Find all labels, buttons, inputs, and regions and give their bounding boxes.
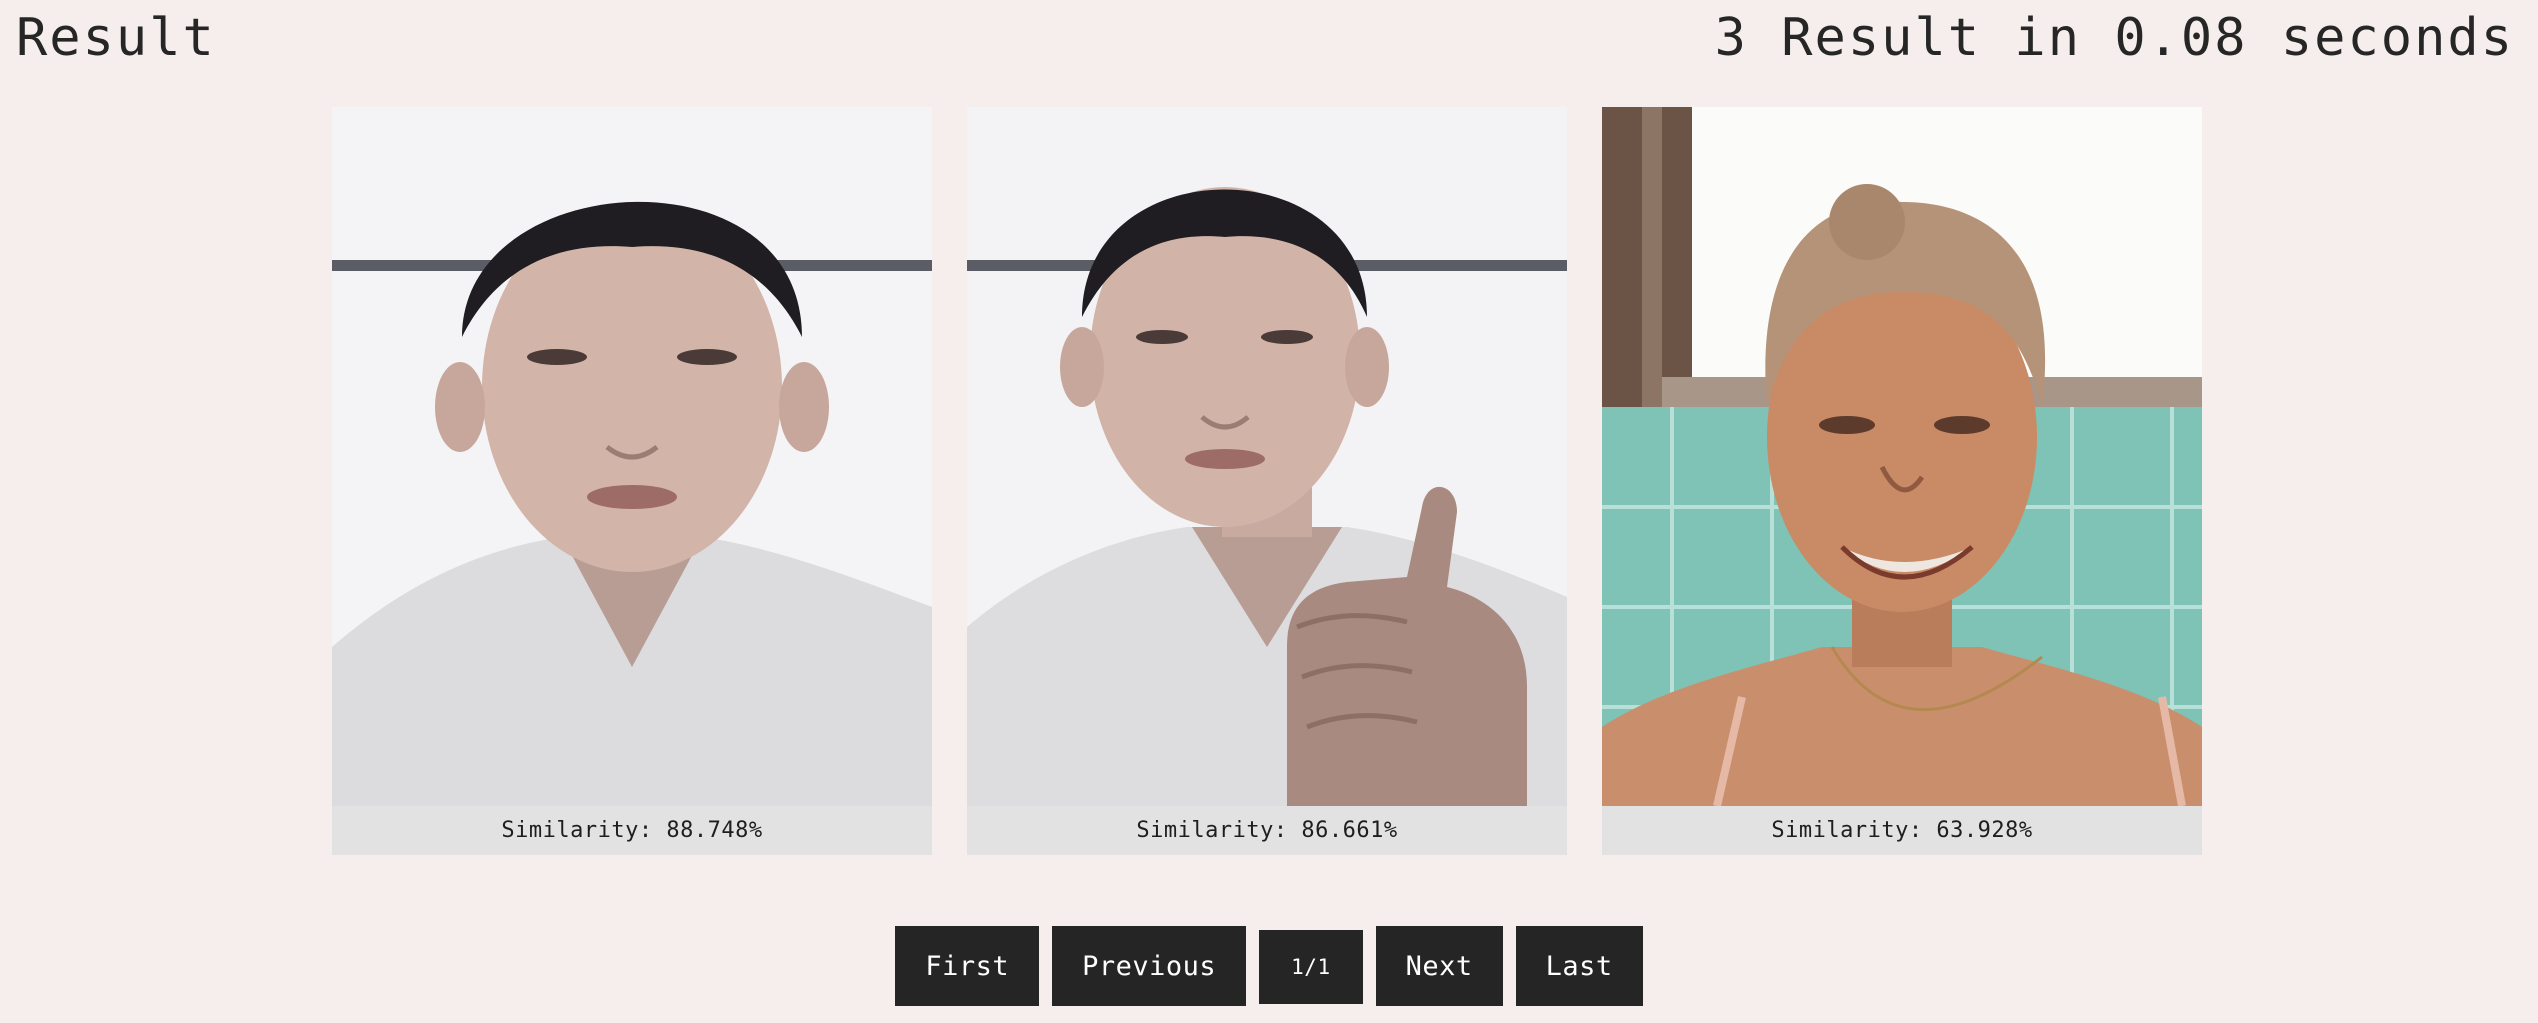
result-summary: 3 Result in 0.08 seconds <box>1714 8 2514 68</box>
result-card[interactable]: Similarity: 88.748% <box>332 107 932 855</box>
face-photo[interactable] <box>1602 107 2202 806</box>
face-photo-image <box>332 107 932 806</box>
face-photo-image <box>967 107 1567 806</box>
face-photo[interactable] <box>332 107 932 806</box>
face-photo[interactable] <box>967 107 1567 806</box>
result-card[interactable]: Similarity: 63.928% <box>1602 107 2202 855</box>
page-title: Result <box>16 8 216 68</box>
similarity-label: Similarity: 86.661% <box>967 806 1567 855</box>
previous-page-button[interactable]: Previous <box>1052 926 1247 1006</box>
first-page-button[interactable]: First <box>895 926 1040 1006</box>
results-grid: Similarity: 88.748% Similarity: 86.661% … <box>332 107 2202 855</box>
similarity-label: Similarity: 63.928% <box>1602 806 2202 855</box>
pagination: First Previous 1/1 Next Last <box>0 926 2538 1006</box>
page-indicator: 1/1 <box>1259 930 1363 1004</box>
last-page-button[interactable]: Last <box>1515 926 1643 1006</box>
face-photo-image <box>1602 107 2202 806</box>
result-card[interactable]: Similarity: 86.661% <box>967 107 1567 855</box>
similarity-label: Similarity: 88.748% <box>332 806 932 855</box>
next-page-button[interactable]: Next <box>1375 926 1503 1006</box>
